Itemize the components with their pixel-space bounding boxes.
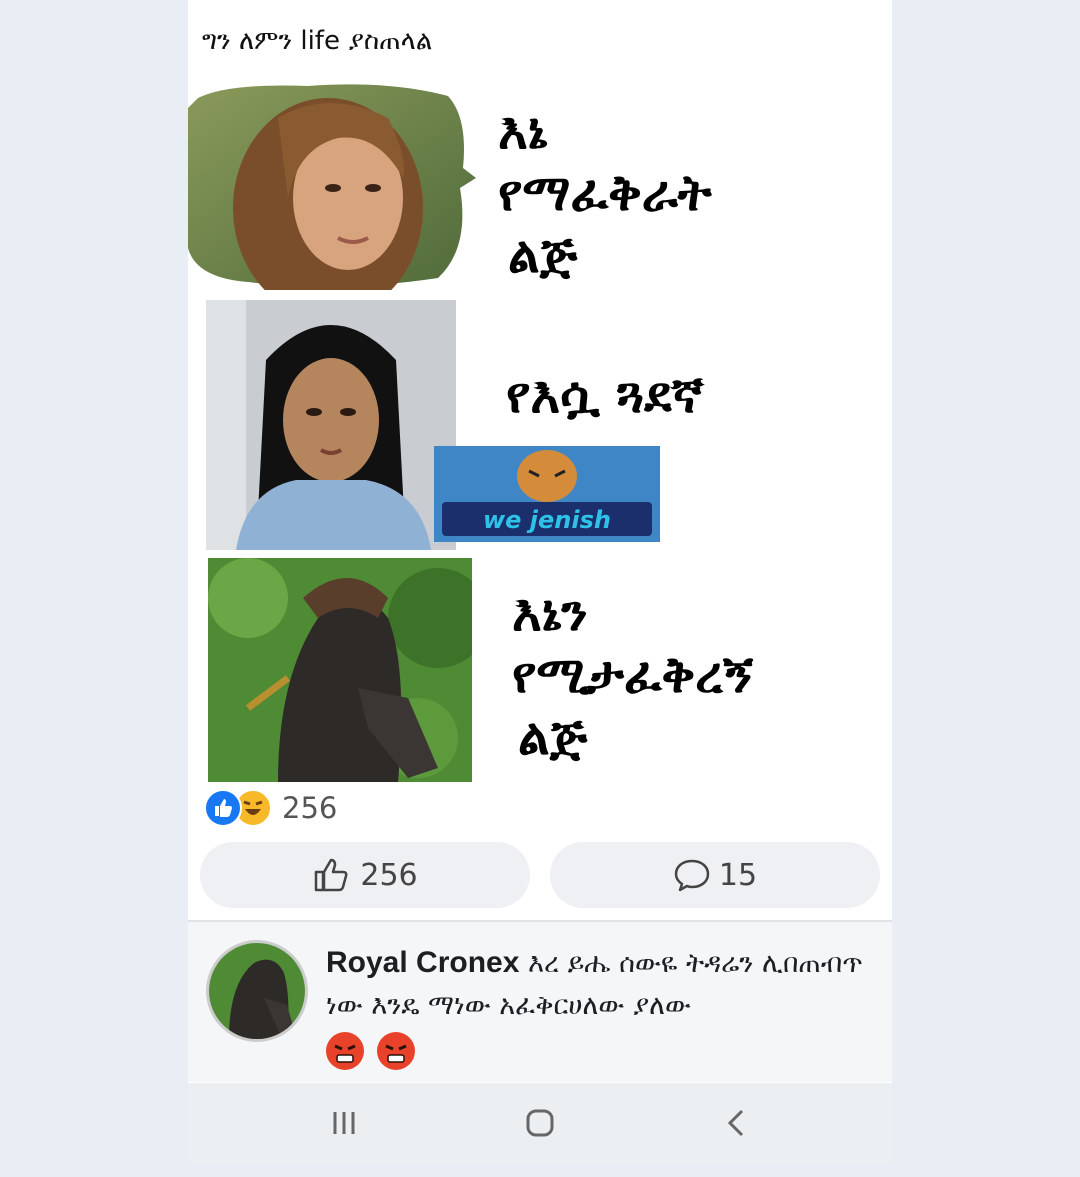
- like-button[interactable]: 256: [200, 842, 530, 908]
- post-screen: ግን ለምን life ያስጠላል እኔ የማፈቅራት ልጅ የእሷ ጓደኛ w…: [188, 0, 892, 1163]
- angry-emoji-icon: [376, 1031, 415, 1070]
- recent-apps-button[interactable]: [284, 1083, 404, 1163]
- avatar[interactable]: [206, 940, 308, 1042]
- like-count: 256: [360, 857, 418, 893]
- comment-button[interactable]: 15: [550, 842, 880, 908]
- meme-photo-2: [206, 300, 456, 550]
- recent-apps-icon: [333, 1112, 355, 1134]
- comment-bubble-icon: [674, 859, 710, 892]
- panel3-line3: ልጅ: [518, 708, 588, 766]
- home-button[interactable]: [480, 1083, 600, 1163]
- post-caption: ግን ለምን life ያስጠላል: [202, 26, 433, 56]
- thumbs-up-icon: [315, 858, 348, 892]
- watermark-logo: we jenish: [434, 446, 660, 542]
- comment-count: 15: [718, 857, 758, 893]
- comment-body: Royal Cronex እረ ይሔ ሰውዬ ትዳሬን ሊበጠብጥ ነው እንዴ…: [326, 942, 876, 1071]
- comment: Royal Cronex እረ ይሔ ሰውዬ ትዳሬን ሊበጠብጥ ነው እንዴ…: [188, 922, 892, 1082]
- home-icon: [526, 1109, 554, 1137]
- back-button[interactable]: [676, 1083, 796, 1163]
- system-navbar: [188, 1083, 892, 1163]
- angry-emoji-icon: [326, 1031, 364, 1070]
- reaction-count: 256: [282, 791, 338, 825]
- comment-author[interactable]: Royal Cronex: [326, 946, 519, 979]
- panel1-line3: ልጅ: [508, 226, 578, 284]
- meme-photo-1: [188, 78, 476, 290]
- reactions-summary[interactable]: 256: [204, 788, 337, 828]
- watermark-text: we jenish: [483, 506, 611, 534]
- panel3-line2: የሚታፈቅረኝ: [512, 646, 753, 704]
- panel2-text: የእሷ ጓደኛ: [506, 366, 704, 424]
- panel3-line1: እኔን: [512, 584, 588, 642]
- back-icon: [727, 1109, 744, 1137]
- meme-photo-3: [208, 558, 472, 782]
- panel3-text: እኔን የሚታፈቅረኝ ልጅ: [512, 582, 753, 768]
- panel1-text: እኔ የማፈቅራት ልጅ: [498, 100, 712, 286]
- like-reaction-icon: [204, 789, 242, 827]
- panel1-line2: የማፈቅራት: [498, 164, 712, 222]
- panel1-line1: እኔ: [498, 102, 548, 160]
